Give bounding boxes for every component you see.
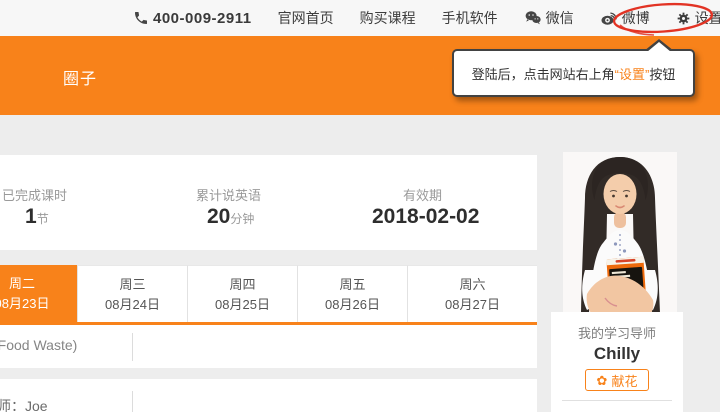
lesson-title-text: (Food Waste) — [0, 337, 77, 353]
schedule-tabs: 周二 08月23日 周三 08月24日 周四 08月25日 周五 08月26日 … — [0, 265, 537, 322]
stats-card: 已完成课时 1节 累计说英语 20分钟 有效期 2018-02-02 — [0, 155, 537, 250]
tooltip-text-highlight: “设置” — [615, 64, 650, 83]
tutor-card-label: 我的学习导师 — [551, 323, 683, 342]
phone-icon — [133, 10, 149, 26]
stat-value-speaking-minutes: 20分钟 — [207, 205, 254, 229]
tab-day-label: 周六 — [408, 275, 537, 295]
tab-day-fri[interactable]: 周五 08月26日 — [297, 265, 407, 322]
give-flower-label: 献花 — [611, 371, 637, 390]
tab-day-wed[interactable]: 周三 08月24日 — [77, 265, 187, 322]
flower-icon: ✿ — [597, 374, 608, 387]
stat-value-completed-lessons: 1节 — [25, 205, 49, 229]
stat-label-valid-until: 有效期 — [403, 185, 442, 204]
cell-divider — [132, 391, 133, 412]
nav-item-wechat[interactable]: 微信 — [524, 8, 574, 28]
settings-tooltip: 登陆后，点击网站右上角 “设置” 按钮 — [452, 49, 695, 97]
tab-day-label: 周二 — [0, 274, 77, 294]
give-flower-button[interactable]: ✿ 献花 — [585, 369, 649, 391]
page-title: 圈子 — [63, 65, 97, 89]
settings-highlight-annotation — [610, 1, 718, 39]
phone-group: 400-009-2911 — [133, 10, 252, 27]
stat-label-speaking-minutes: 累计说英语 — [196, 185, 261, 204]
tab-day-tue[interactable]: 周二 08月23日 — [0, 265, 77, 322]
tab-day-label: 周四 — [188, 275, 297, 295]
tutor-card: 我的学习导师 Chilly ✿ 献花 — [551, 312, 683, 412]
wechat-icon — [524, 9, 542, 27]
nav-link-mobile-app[interactable]: 手机软件 — [442, 8, 498, 28]
stat-value-valid-until: 2018-02-02 — [372, 205, 479, 229]
tab-day-label: 周三 — [78, 275, 187, 295]
tab-date-label: 08月27日 — [408, 295, 537, 315]
tab-date-label: 08月24日 — [78, 295, 187, 315]
tutor-name: Chilly — [551, 344, 683, 364]
tab-day-sat[interactable]: 周六 08月27日 — [407, 265, 537, 322]
cell-divider — [132, 333, 133, 361]
tooltip-text-suffix: 按钮 — [649, 64, 675, 83]
top-nav-bar: 400-009-2911 官网首页 购买课程 手机软件 微信 — [0, 0, 720, 36]
nav-link-official-home[interactable]: 官网首页 — [278, 8, 334, 28]
teacher-name-text: 师：Joe — [0, 396, 48, 412]
schedule-row-lesson: (Food Waste) — [0, 325, 537, 368]
nav-link-buy-course[interactable]: 购买课程 — [360, 8, 416, 28]
phone-number: 400-009-2911 — [153, 10, 252, 27]
schedule-row-teacher: 师：Joe — [0, 379, 537, 412]
nav-label-wechat: 微信 — [546, 8, 574, 28]
tutor-photo — [563, 152, 677, 313]
tab-day-thu[interactable]: 周四 08月25日 — [187, 265, 297, 322]
tab-day-label: 周五 — [298, 275, 407, 295]
tab-date-label: 08月25日 — [188, 295, 297, 315]
tab-date-label: 08月26日 — [298, 295, 407, 315]
tooltip-text-prefix: 登陆后，点击网站右上角 — [472, 64, 615, 83]
tab-date-label: 08月23日 — [0, 294, 77, 314]
page: 400-009-2911 官网首页 购买课程 手机软件 微信 — [0, 0, 720, 412]
stat-label-completed-lessons: 已完成课时 — [2, 185, 67, 204]
tutor-card-divider — [562, 400, 672, 401]
